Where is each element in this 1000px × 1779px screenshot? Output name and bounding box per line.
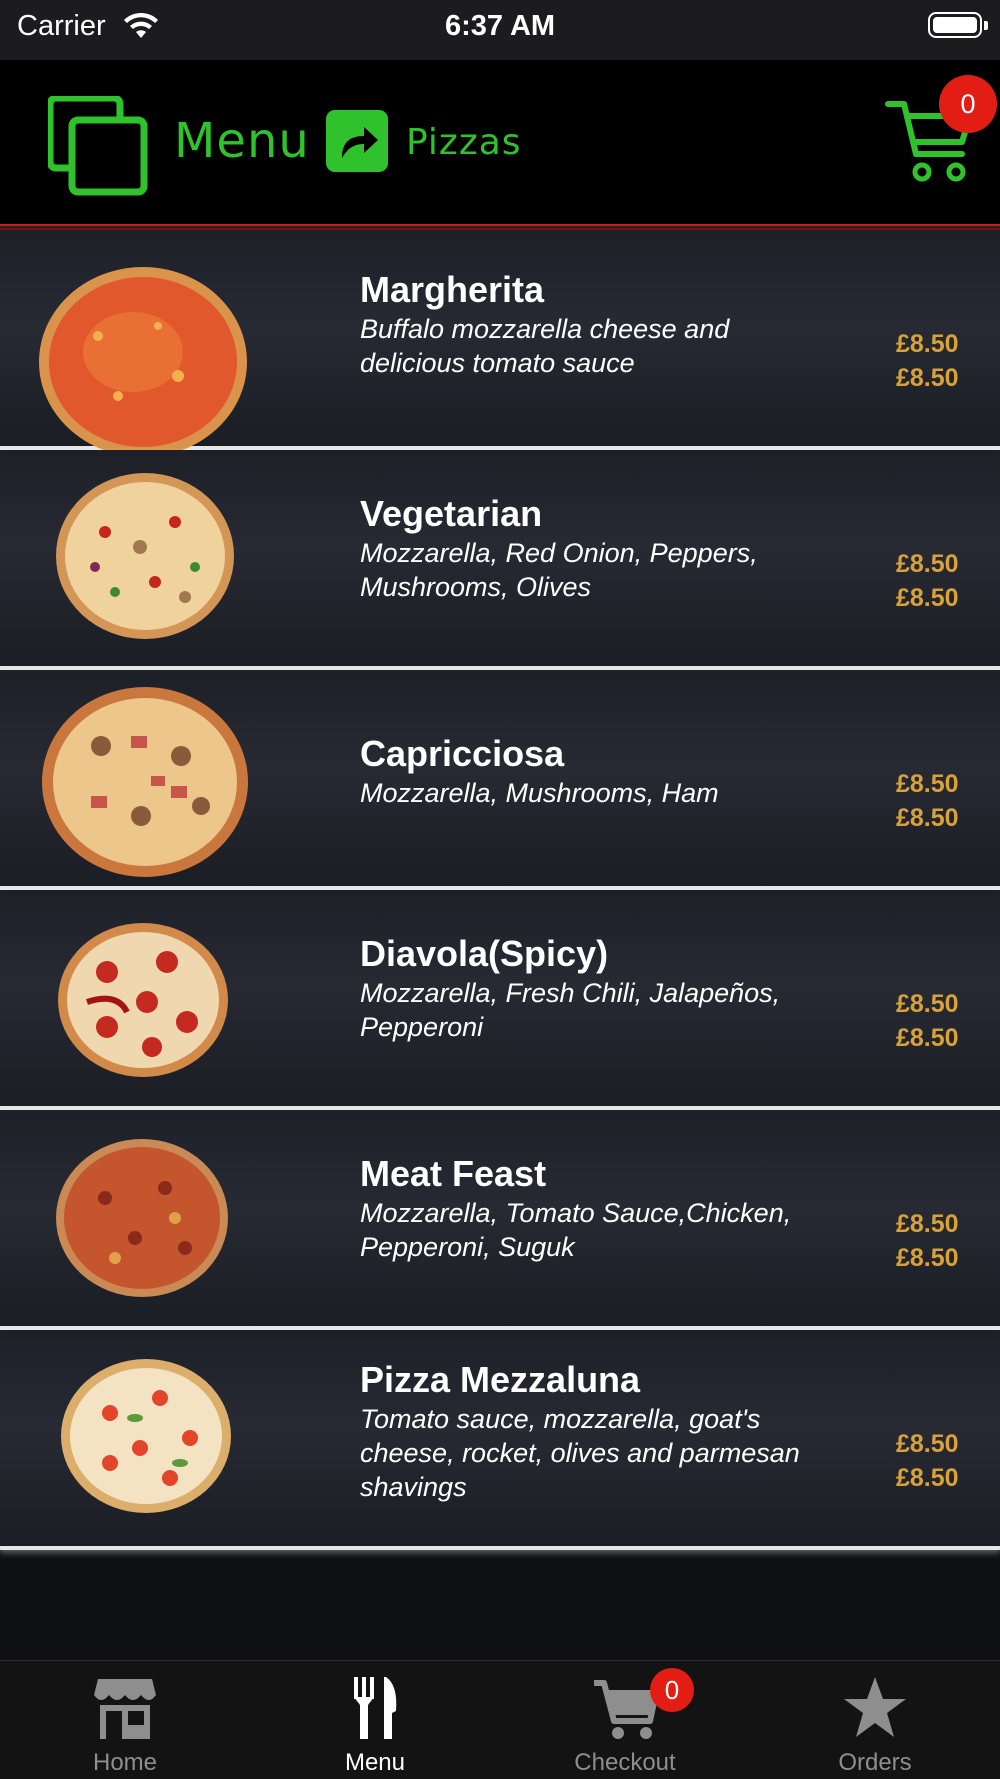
star-icon [844, 1677, 906, 1737]
item-price: £8.50 [896, 1210, 959, 1238]
pizza-image-capricciosa [42, 687, 248, 877]
item-price: £8.50 [896, 770, 959, 798]
fork-knife-icon [354, 1677, 397, 1739]
item-description: Mozzarella, Mushrooms, Ham [360, 778, 719, 808]
category-title: Pizzas [406, 122, 522, 163]
menu-item-capricciosa[interactable]: Capricciosa Mozzarella, Mushrooms, Ham £… [0, 670, 1000, 890]
pizza-image-vegetarian [56, 473, 234, 639]
item-name: Capricciosa [360, 733, 565, 774]
pizza-image-diavola [58, 923, 228, 1077]
tab-checkout[interactable]: Checkout [500, 1661, 750, 1779]
item-prices: £8.50 £8.50 [896, 327, 959, 395]
battery-cap [984, 21, 988, 30]
checkout-count-badge[interactable]: 0 [650, 1668, 694, 1712]
item-prices: £8.50 £8.50 [896, 767, 959, 835]
status-bar: Carrier 6:37 AM [0, 0, 1000, 60]
item-price: £8.50 [896, 990, 959, 1018]
tab-label: Checkout [574, 1749, 676, 1776]
cart-icon [594, 1680, 658, 1739]
pizza-image-meat-feast [56, 1139, 228, 1297]
item-price: £8.50 [896, 550, 959, 578]
item-description: Mozzarella, Tomato Sauce,Chicken, Pepper… [360, 1198, 792, 1262]
menu-item-margherita[interactable]: Margherita Buffalo mozzarella cheese and… [0, 230, 1000, 457]
tab-bar: Home Menu Checkout Orders [0, 1660, 1000, 1779]
item-description: Buffalo mozzarella cheese and delicious … [360, 314, 730, 378]
item-name: Vegetarian [360, 493, 543, 534]
share-arrow-icon[interactable] [326, 110, 388, 172]
item-price: £8.50 [896, 1464, 959, 1492]
item-price: £8.50 [896, 584, 959, 612]
item-prices: £8.50 £8.50 [896, 987, 959, 1055]
menu-item-pizza-mezzaluna[interactable]: Pizza Mezzaluna Tomato sauce, mozzarella… [0, 1330, 1000, 1550]
item-description: Tomato sauce, mozzarella, goat's cheese,… [360, 1404, 800, 1502]
item-price: £8.50 [896, 364, 959, 392]
menu-item-diavola[interactable]: Diavola(Spicy) Mozzarella, Fresh Chili, … [0, 890, 1000, 1110]
tab-orders[interactable]: Orders [750, 1661, 1000, 1779]
item-prices: £8.50 £8.50 [896, 547, 959, 615]
item-prices: £8.50 £8.50 [896, 1207, 959, 1275]
tab-home[interactable]: Home [0, 1661, 250, 1779]
item-description: Mozzarella, Red Onion, Peppers, Mushroom… [360, 538, 758, 602]
item-price: £8.50 [896, 330, 959, 358]
item-name: Pizza Mezzaluna [360, 1359, 641, 1400]
item-name: Diavola(Spicy) [360, 933, 609, 974]
menu-item-vegetarian[interactable]: Vegetarian Mozzarella, Red Onion, Pepper… [0, 450, 1000, 670]
cart-count-badge[interactable]: 0 [939, 75, 997, 133]
tab-label: Menu [344, 1749, 406, 1776]
item-name: Margherita [360, 269, 545, 310]
menu-list: Margherita Buffalo mozzarella cheese and… [0, 230, 1000, 1550]
pizza-image-margherita [39, 267, 247, 457]
item-price: £8.50 [896, 1244, 959, 1272]
item-price: £8.50 [896, 1024, 959, 1052]
item-price: £8.50 [896, 1430, 959, 1458]
pizza-image-mezzaluna [61, 1359, 231, 1513]
battery-icon [928, 12, 982, 38]
tab-menu[interactable]: Menu [250, 1661, 500, 1779]
menu-item-meat-feast[interactable]: Meat Feast Mozzarella, Tomato Sauce,Chic… [0, 1110, 1000, 1330]
tab-label: Orders [838, 1749, 912, 1776]
page-title: Menu [174, 113, 310, 169]
item-description: Mozzarella, Fresh Chili, Jalapeños, Pepp… [360, 978, 781, 1042]
tab-label: Home [92, 1749, 158, 1776]
item-price: £8.50 [896, 804, 959, 832]
store-icon [94, 1679, 156, 1739]
copy-icon[interactable] [48, 96, 148, 196]
item-prices: £8.50 £8.50 [896, 1427, 959, 1495]
status-time: 6:37 AM [444, 10, 556, 42]
item-name: Meat Feast [360, 1153, 547, 1194]
